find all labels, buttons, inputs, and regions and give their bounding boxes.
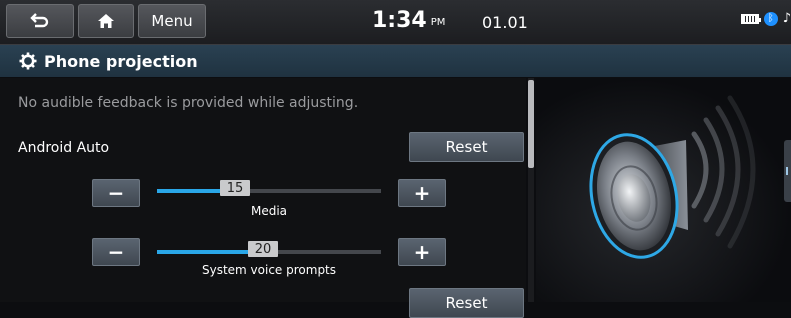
media-slider-label: Media: [250, 204, 288, 218]
speaker-illustration-panel: [536, 78, 791, 302]
notice-text: No audible feedback is provided while ad…: [18, 95, 359, 111]
media-slider-thumb[interactable]: 15: [220, 180, 250, 196]
media-volume-slider[interactable]: 15: [157, 180, 381, 196]
voice-slider-label: System voice prompts: [201, 263, 337, 277]
status-icons: ᛒ ♪: [740, 11, 791, 26]
side-handle[interactable]: [784, 140, 791, 202]
settings-panel: No audible feedback is provided while ad…: [0, 78, 526, 318]
voice-minus-button[interactable]: −: [92, 238, 140, 266]
reset-button[interactable]: Reset: [409, 132, 524, 162]
music-note-icon: ♪: [782, 11, 791, 26]
reset-button-2[interactable]: Reset: [409, 288, 524, 318]
media-minus-button[interactable]: −: [92, 179, 140, 207]
title-bar: Phone projection: [0, 45, 791, 77]
voice-volume-slider[interactable]: 20: [157, 241, 381, 257]
scrollbar-thumb[interactable]: [528, 80, 534, 168]
home-button[interactable]: [78, 4, 134, 38]
clock: 1:34 PM: [372, 8, 445, 33]
back-button[interactable]: [6, 4, 74, 38]
status-bar: Menu 1:34 PM 01.01 ᛒ ♪: [0, 0, 791, 45]
bluetooth-icon: ᛒ: [763, 11, 778, 26]
clock-ampm: PM: [430, 17, 446, 28]
back-icon: [30, 13, 49, 28]
media-plus-button[interactable]: +: [398, 179, 446, 207]
menu-button[interactable]: Menu: [138, 4, 206, 38]
home-icon: [98, 14, 114, 28]
section-label-android-auto: Android Auto: [18, 140, 110, 156]
page-title: Phone projection: [44, 51, 198, 71]
voice-slider-thumb[interactable]: 20: [248, 241, 278, 257]
battery-icon: [740, 13, 761, 24]
date: 01.01: [482, 13, 528, 32]
speaker-icon: [589, 95, 756, 259]
voice-plus-button[interactable]: +: [398, 238, 446, 266]
clock-time: 1:34: [372, 8, 427, 33]
gear-icon: [18, 51, 38, 71]
